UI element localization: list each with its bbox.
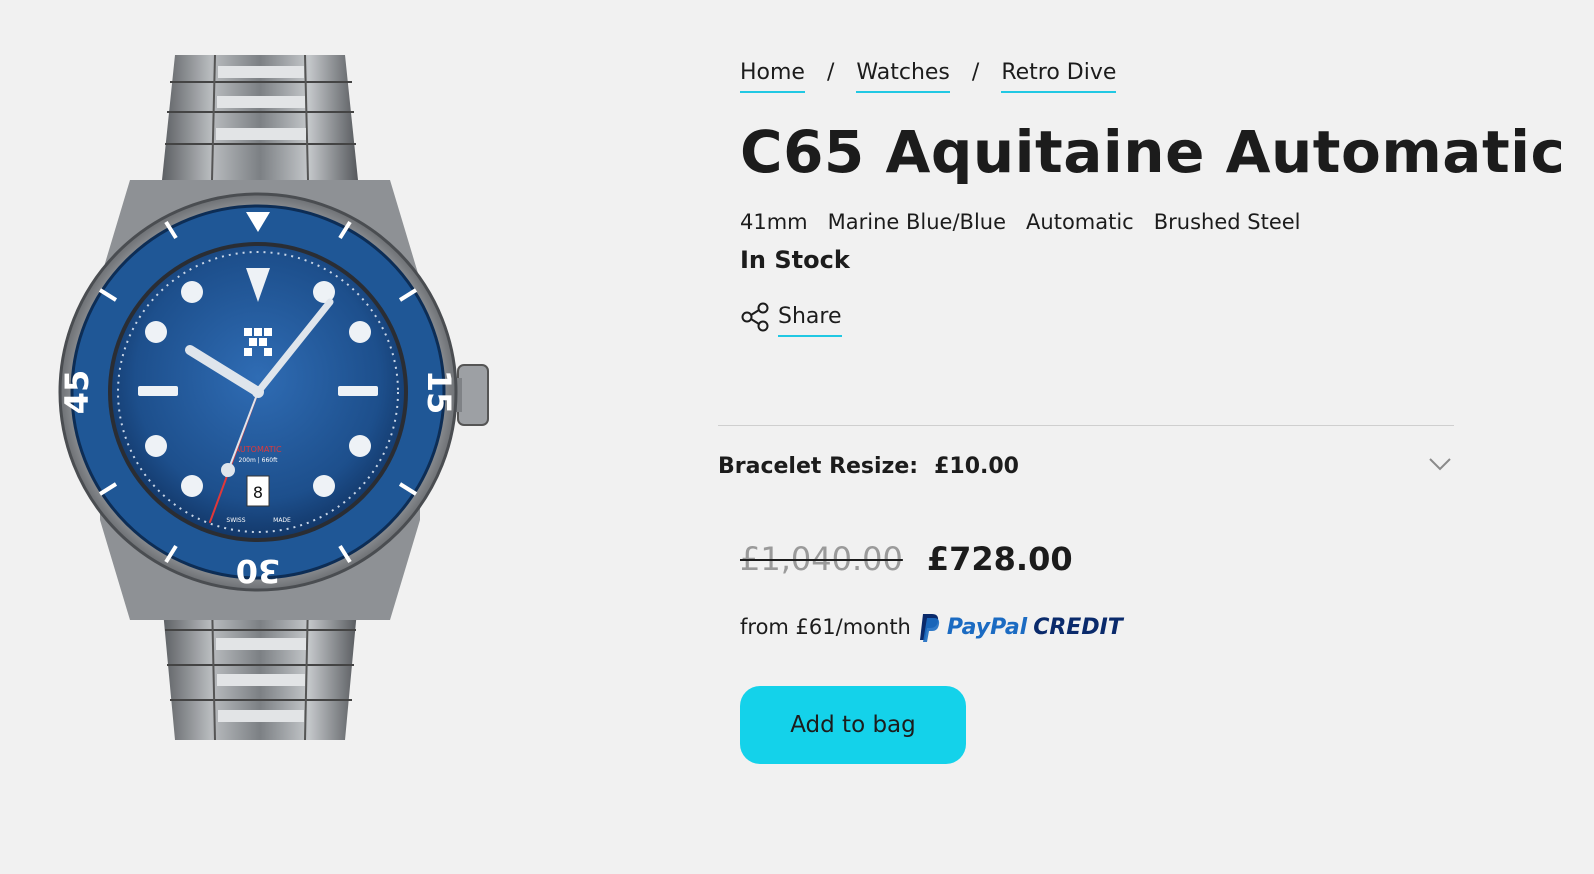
finance-info: from £61/month PayPal CREDIT [740,612,1123,642]
spec-size: 41mm [740,210,808,234]
spec-color: Marine Blue/Blue [827,210,1007,234]
paypal-icon [919,614,940,642]
paypal-wordmark: PayPal [946,614,1028,640]
breadcrumb-retro-dive[interactable]: Retro Dive [1001,60,1117,93]
breadcrumb-separator: / [826,59,835,85]
paypal-credit-logo[interactable]: PayPal CREDIT [919,612,1123,642]
svg-text:SWISS: SWISS [226,517,245,524]
svg-text:30: 30 [236,552,281,590]
option-label: Bracelet Resize: [718,453,919,479]
svg-text:200m | 660ft: 200m | 660ft [239,457,279,464]
product-image: 30 15 45 8 AUTOMATIC 200m | 660ft SWISS … [40,40,520,760]
spec-finish: Brushed Steel [1153,210,1301,234]
share-button[interactable]: Share [740,296,842,337]
product-specs: 41mm Marine Blue/Blue Automatic Brushed … [740,210,1321,234]
breadcrumb-watches[interactable]: Watches [856,60,950,93]
product-title: C65 Aquitaine Automatic [740,118,1566,186]
svg-text:8: 8 [253,483,263,502]
svg-text:45: 45 [58,370,96,415]
option-price: £10.00 [934,453,1019,479]
svg-text:AUTOMATIC: AUTOMATIC [234,445,282,454]
svg-text:MADE: MADE [273,517,291,524]
bracelet-top [162,54,358,181]
finance-text: from £61/month [740,615,911,639]
chevron-down-icon[interactable] [1426,450,1454,478]
watch-illustration: 30 15 45 8 AUTOMATIC 200m | 660ft SWISS … [58,54,489,741]
breadcrumb-home[interactable]: Home [740,60,805,93]
svg-text:15: 15 [420,370,458,415]
share-label: Share [778,304,842,337]
breadcrumb-separator: / [971,59,980,85]
bracelet-resize-option[interactable]: Bracelet Resize: £10.00 [718,446,1454,486]
original-price: £1,040.00 [740,540,903,578]
divider [718,425,1454,426]
breadcrumb: Home / Watches / Retro Dive [740,52,1117,93]
spec-movement: Automatic [1026,210,1134,234]
sale-price: £728.00 [926,540,1073,578]
product-details: Home / Watches / Retro Dive C65 Aquitain… [718,0,1580,874]
add-to-bag-button[interactable]: Add to bag [740,686,966,764]
price-block: £1,040.00 £728.00 [740,540,1073,578]
stock-status: In Stock [740,246,850,274]
share-icon [741,302,769,331]
bracelet-bottom [162,599,358,741]
credit-wordmark: CREDIT [1033,614,1123,640]
